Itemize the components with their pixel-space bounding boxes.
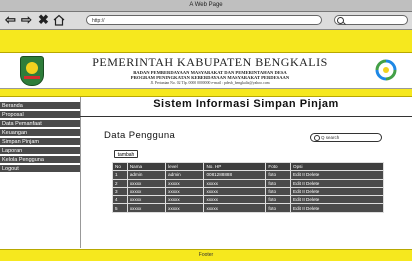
table-row: 2 xxxxx xxxxx xxxxx foto Edit II Delete — [112, 178, 384, 188]
cell-nama: admin — [126, 170, 167, 180]
cell-no: 3 — [112, 186, 128, 197]
cell-hp: 0081288888 — [203, 170, 267, 180]
sidebar-item-proposal[interactable]: Proposal — [0, 111, 80, 119]
cell-opsi-actions[interactable]: Edit II Delete — [290, 178, 384, 188]
search-icon — [314, 135, 320, 141]
search-icon — [337, 17, 344, 24]
cell-level: admin — [165, 170, 205, 180]
back-arrow-icon[interactable]: ⇦ — [4, 13, 17, 26]
home-icon[interactable] — [52, 13, 65, 26]
window-titlebar: A Web Page — [0, 0, 412, 12]
search-placeholder: Q search — [321, 135, 340, 140]
title-divider — [80, 116, 412, 117]
cell-no: 2 — [112, 178, 128, 188]
cell-opsi-actions[interactable]: Edit II Delete — [290, 195, 384, 205]
close-icon[interactable]: ✖ — [37, 13, 50, 26]
column-header-hp: No. HP — [203, 161, 267, 172]
sidebar-menu: Beranda Proposal Data Pemanfaat Keuangan… — [0, 97, 81, 248]
browser-search-bar[interactable] — [334, 15, 408, 25]
cell-nama: xxxxx — [126, 203, 167, 213]
address-bar[interactable]: http:// — [86, 15, 322, 25]
cell-opsi-actions[interactable]: Edit II Delete — [290, 203, 384, 213]
sidebar-item-beranda[interactable]: Beranda — [0, 102, 80, 110]
table-row: 4 xxxxx xxxxx xxxxx foto Edit II Delete — [112, 195, 384, 205]
cell-foto: foto — [265, 195, 292, 205]
cell-level: xxxxx — [165, 186, 205, 197]
cell-opsi-actions[interactable]: Edit II Delete — [290, 186, 384, 197]
cell-foto: foto — [265, 203, 292, 213]
browser-toolbar: ⇦ ⇨ ✖ http:// — [0, 12, 412, 30]
sidebar-item-data-pemanfaat[interactable]: Data Pemanfaat — [0, 120, 80, 128]
cell-no: 1 — [112, 170, 128, 180]
page-title: Sistem Informasi Simpan Pinjam — [153, 98, 339, 110]
program-logo-icon — [375, 59, 397, 81]
cell-foto: foto — [265, 178, 292, 188]
section-title: Data Pengguna — [104, 130, 176, 141]
regency-logo-icon — [20, 56, 44, 86]
add-user-button[interactable]: tambah — [114, 150, 138, 158]
header-title: PEMERINTAH KABUPATEN BENGKALIS — [92, 55, 328, 69]
column-header-opsi: Opsi — [290, 161, 384, 172]
cell-opsi-actions[interactable]: Edit II Delete — [290, 170, 384, 180]
page-header: PEMERINTAH KABUPATEN BENGKALIS BADAN PEM… — [0, 53, 412, 89]
column-header-nama: Nama — [126, 161, 167, 172]
table-row: 3 xxxxx xxxxx xxxxx foto Edit II Delete — [112, 186, 384, 197]
footer-text: Footer — [198, 252, 214, 258]
column-header-foto: Foto — [265, 161, 292, 172]
page-footer: Footer — [0, 249, 412, 261]
column-header-level: level — [165, 161, 205, 172]
cell-hp: xxxxx — [203, 186, 267, 197]
header-subtitle-2: PROGRAM PENINGKATAN KEBERDAYAAN MASYARAK… — [130, 75, 290, 80]
cell-foto: foto — [265, 186, 292, 197]
cell-no: 4 — [112, 195, 128, 205]
cell-nama: xxxxx — [126, 195, 167, 205]
browser-window: A Web Page ⇦ ⇨ ✖ http:// PEMERINTAH KABU… — [0, 0, 412, 261]
window-title: A Web Page — [189, 2, 223, 8]
cell-level: xxxxx — [165, 195, 205, 205]
cell-hp: xxxxx — [203, 195, 267, 205]
header-divider-bar — [0, 89, 412, 97]
cell-hp: xxxxx — [203, 178, 267, 188]
cell-nama: xxxxx — [126, 186, 167, 197]
users-table: No Nama level No. HP Foto Opsi 1 admin a… — [112, 161, 384, 213]
table-header-row: No Nama level No. HP Foto Opsi — [112, 161, 384, 172]
sidebar-item-logout[interactable]: Logout — [0, 165, 80, 173]
column-header-no: No — [112, 161, 128, 172]
cell-nama: xxxxx — [126, 178, 167, 188]
cell-no: 5 — [112, 203, 128, 213]
table-row: 1 admin admin 0081288888 foto Edit II De… — [112, 170, 384, 180]
search-input[interactable]: Q search — [310, 133, 382, 142]
header-address: Jl. Pertanian No. 02 Tlp. 0000 0000000 e… — [150, 81, 270, 85]
address-text: http:// — [92, 18, 105, 24]
forward-arrow-icon[interactable]: ⇨ — [20, 13, 33, 26]
top-banner-strip — [0, 30, 412, 53]
table-row: 5 xxxxx xxxxx xxxxx foto Edit II Delete — [112, 203, 384, 213]
sidebar-item-keuangan[interactable]: Keuangan — [0, 129, 80, 137]
cell-hp: xxxxx — [203, 203, 267, 213]
sidebar-item-kelola-pengguna[interactable]: Kelola Pengguna — [0, 156, 80, 164]
sidebar-item-laporan[interactable]: Laporan — [0, 147, 80, 155]
sidebar-item-simpan-pinjam[interactable]: Simpan Pinjam — [0, 138, 80, 146]
cell-level: xxxxx — [165, 203, 205, 213]
cell-foto: foto — [265, 170, 292, 180]
cell-level: xxxxx — [165, 178, 205, 188]
